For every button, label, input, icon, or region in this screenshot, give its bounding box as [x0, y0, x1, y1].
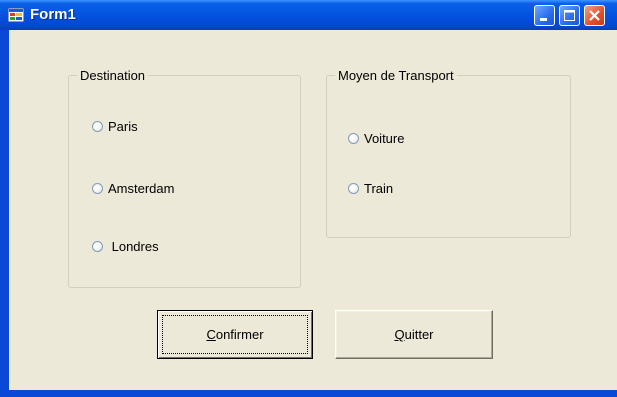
quit-label-rest: uitter: [404, 327, 434, 342]
close-icon: [589, 10, 600, 21]
radio-train[interactable]: Train: [348, 178, 393, 198]
quit-button-label: Quitter: [394, 327, 433, 342]
window-border-left: [0, 30, 9, 397]
radio-label: Voiture: [364, 130, 405, 146]
destination-group-label: Destination: [80, 68, 146, 83]
title-bar[interactable]: Form1: [0, 0, 617, 30]
transport-group-label: Moyen de Transport: [338, 68, 454, 83]
close-button[interactable]: [584, 5, 605, 26]
app-icon: [8, 8, 24, 22]
radio-circle[interactable]: [92, 240, 103, 252]
radio-amsterdam[interactable]: Amsterdam: [92, 178, 174, 198]
maximize-button[interactable]: [559, 5, 580, 26]
quit-button[interactable]: Quitter: [335, 310, 493, 359]
radio-label: Paris: [108, 118, 138, 134]
radio-circle[interactable]: [92, 120, 103, 132]
form-client-area: Destination Paris Amsterdam Londres Moye…: [9, 30, 617, 390]
radio-label: Train: [364, 180, 394, 196]
radio-label: Londres: [108, 238, 159, 254]
form-window: Form1 Destination Paris Amsterdam Londre…: [0, 0, 617, 397]
radio-circle[interactable]: [348, 182, 359, 194]
radio-voiture[interactable]: Voiture: [348, 128, 404, 148]
focus-rectangle: [162, 315, 308, 354]
radio-paris[interactable]: Paris: [92, 116, 138, 136]
radio-circle[interactable]: [348, 132, 359, 144]
quit-accelerator: Q: [394, 327, 405, 342]
minimize-icon: [540, 18, 547, 21]
radio-label: Amsterdam: [108, 180, 175, 196]
radio-londres[interactable]: Londres: [92, 236, 159, 256]
window-border-bottom: [0, 390, 617, 397]
minimize-button[interactable]: [534, 5, 555, 26]
maximize-icon: [564, 10, 575, 21]
radio-circle[interactable]: [92, 182, 103, 194]
transport-group: Moyen de Transport: [326, 68, 571, 238]
window-title: Form1: [30, 6, 76, 23]
confirm-button[interactable]: Confirmer: [157, 310, 313, 359]
